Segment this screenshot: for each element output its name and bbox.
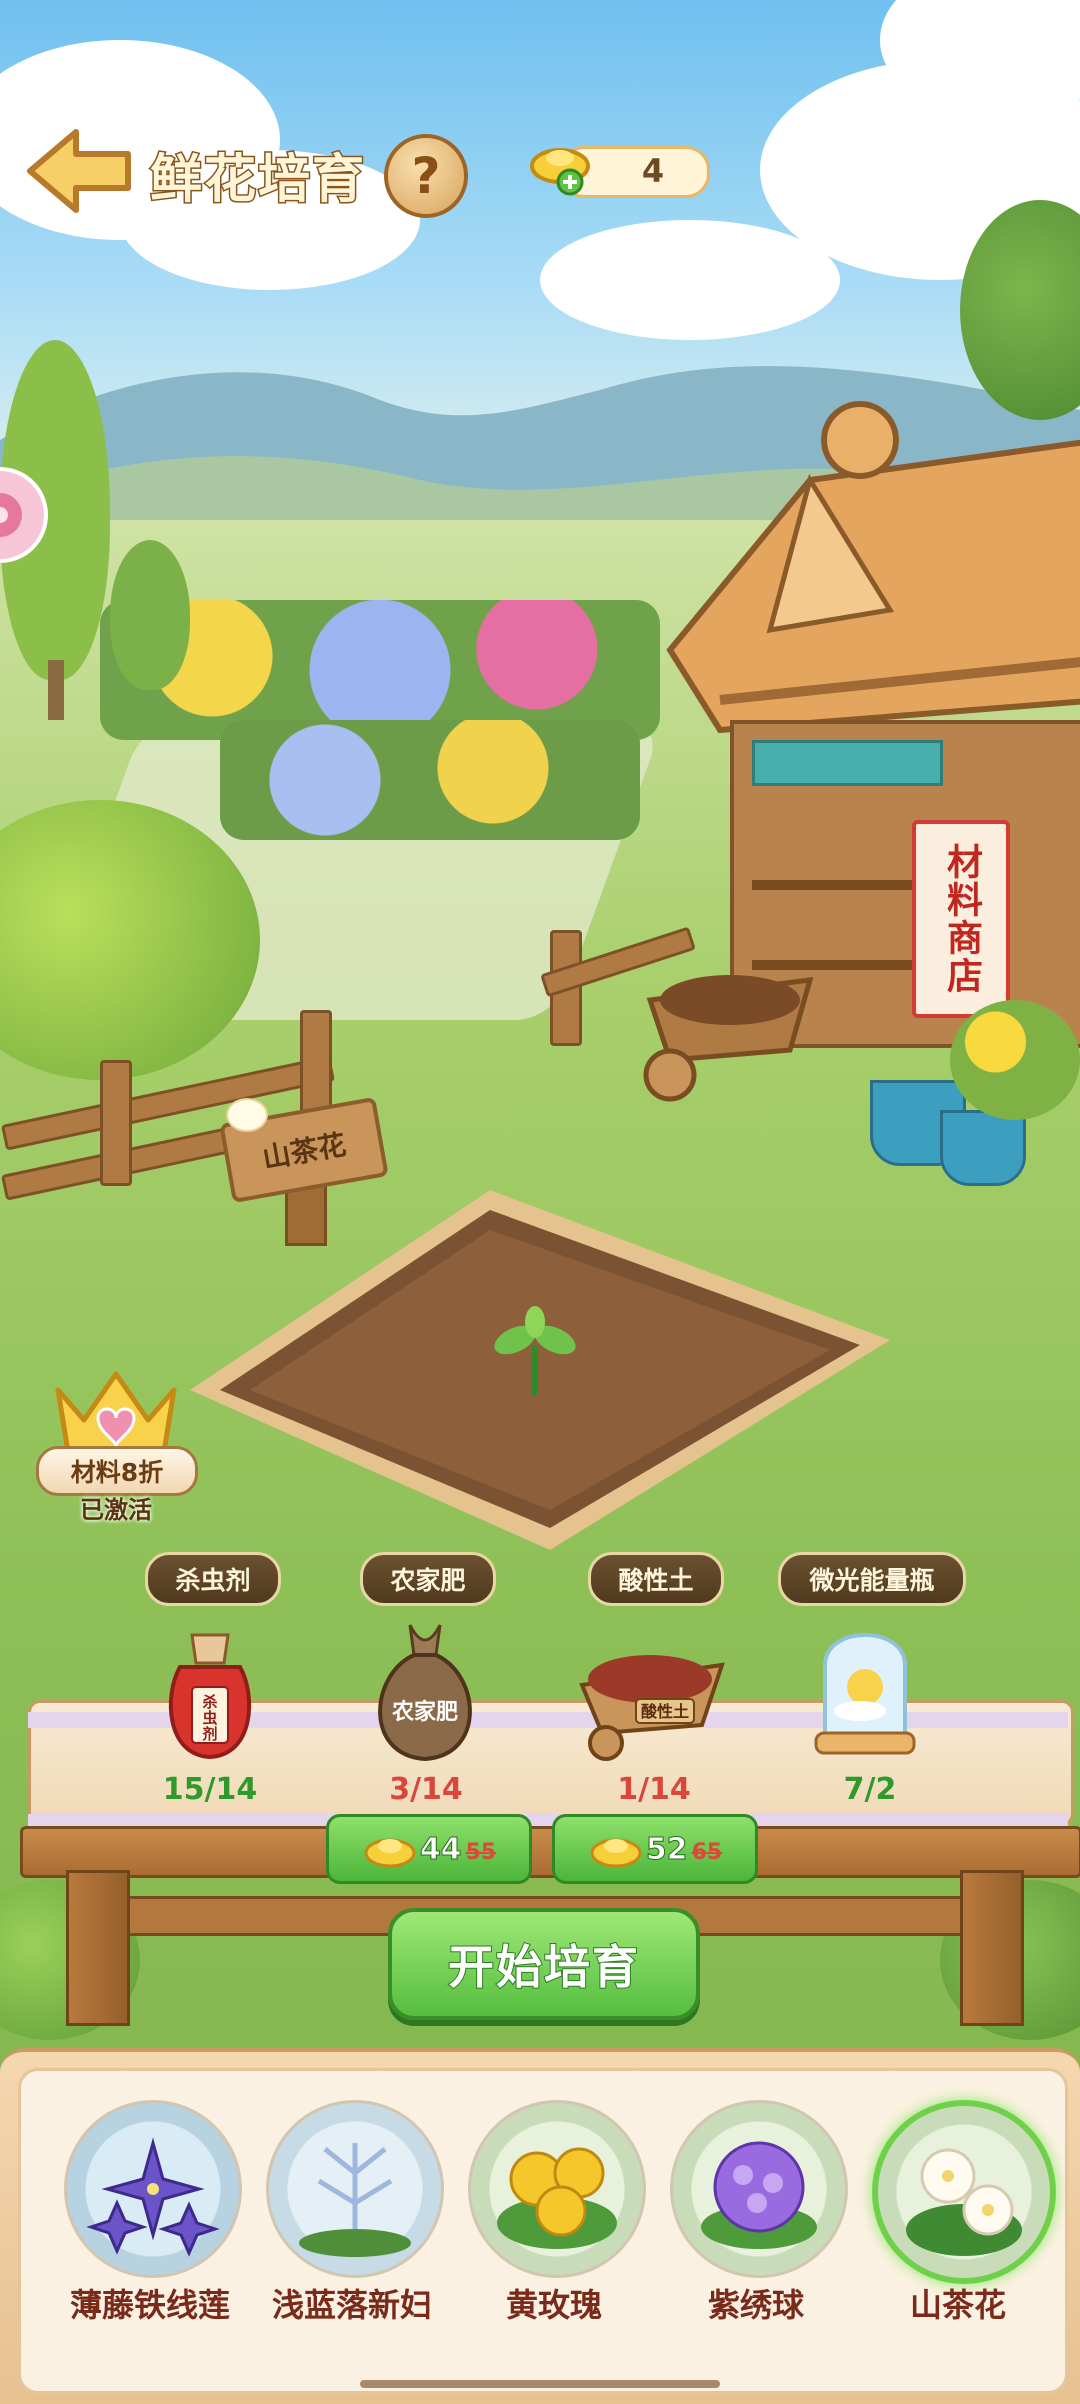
table-leg [66, 1870, 130, 2026]
gold-ingot-add-icon[interactable] [528, 138, 592, 198]
flower-name: 薄藤铁线莲 [69, 2286, 230, 2324]
vip-status-text: 已激活 [80, 1496, 152, 1524]
flower-pot [940, 1110, 1026, 1186]
acid-soil-wheelbarrow-icon[interactable]: 酸性土 [572, 1615, 732, 1765]
light-energy-bottle-icon[interactable] [810, 1615, 920, 1765]
shop-shelf [752, 880, 922, 890]
flower-slot-yellow-rose[interactable] [468, 2100, 646, 2278]
page-title: 鲜花培育 [148, 149, 367, 212]
wheelbarrow [643, 975, 814, 1102]
buy-fertilizer-button[interactable]: 44 55 [326, 1814, 532, 1884]
shop-roof [666, 401, 1080, 734]
fertilizer-sack-icon[interactable]: 农家肥 [360, 1615, 490, 1765]
material-label: 酸性土 [588, 1552, 724, 1606]
pesticide-jar-icon[interactable]: 杀 虫 剂 [150, 1615, 270, 1765]
camellia-icon [906, 2148, 1022, 2256]
material-label: 微光能量瓶 [778, 1552, 966, 1606]
tree [110, 540, 190, 690]
chick-icon [226, 1098, 268, 1132]
material-label: 农家肥 [360, 1552, 496, 1606]
purple-hydrangea-icon [701, 2141, 817, 2249]
table-edge [20, 1826, 1080, 1878]
flower-name: 黄玫瑰 [505, 2286, 602, 2324]
tree-trunk [48, 660, 64, 720]
acid-soil-label: 酸性土 [641, 1702, 689, 1721]
pesticide-jar-label: 剂 [202, 1725, 217, 1743]
currency-value: 4 [641, 152, 665, 190]
fence-post [100, 1060, 132, 1186]
start-cultivation-button[interactable]: 开始培育 [388, 1908, 700, 2020]
flower-slot-purple-hydrangea[interactable] [670, 2100, 848, 2278]
shop-awning [752, 740, 943, 786]
shop-banner[interactable]: 材料商店 [912, 820, 1010, 1018]
flower-name: 紫绣球 [707, 2286, 804, 2324]
back-arrow-icon[interactable] [24, 126, 136, 216]
vip-discount-tag[interactable]: 材料8折 [36, 1446, 198, 1496]
astilbe-icon [299, 2143, 411, 2257]
side-flower-icon[interactable] [0, 460, 60, 570]
buy-original-price: 65 [691, 1839, 723, 1865]
cloud [540, 220, 840, 340]
yellow-rose-icon [497, 2147, 617, 2249]
garden-scene: 材料商店 山茶花 [0, 0, 1080, 2400]
flower-slot-clematis[interactable] [64, 2100, 242, 2278]
flower-slot-camellia[interactable] [872, 2100, 1056, 2284]
yellow-flower-bush [950, 1000, 1080, 1120]
material-count: 15/14 [162, 1772, 258, 1807]
material-count: 7/2 [843, 1772, 897, 1807]
material-label: 杀虫剂 [145, 1552, 281, 1606]
buy-price: 52 [645, 1831, 688, 1867]
flowerbed [220, 720, 640, 840]
home-indicator[interactable] [360, 2380, 720, 2388]
buy-price: 44 [419, 1831, 462, 1867]
buy-acid-soil-button[interactable]: 52 65 [552, 1814, 758, 1884]
help-button[interactable]: ? [384, 134, 468, 218]
flower-name: 山茶花 [909, 2286, 1006, 2324]
material-count: 1/14 [617, 1772, 691, 1807]
flower-name: 浅蓝落新妇 [271, 2286, 432, 2324]
table-leg [960, 1870, 1024, 2026]
material-count: 3/14 [389, 1772, 463, 1807]
gold-ingot-icon [590, 1838, 642, 1868]
flower-slot-astilbe[interactable] [266, 2100, 444, 2278]
buy-original-price: 55 [465, 1839, 497, 1865]
seedling-icon [494, 1306, 576, 1395]
fertilizer-sack-label: 农家肥 [391, 1699, 458, 1725]
clematis-icon [86, 2137, 220, 2257]
gold-ingot-icon [364, 1838, 416, 1868]
